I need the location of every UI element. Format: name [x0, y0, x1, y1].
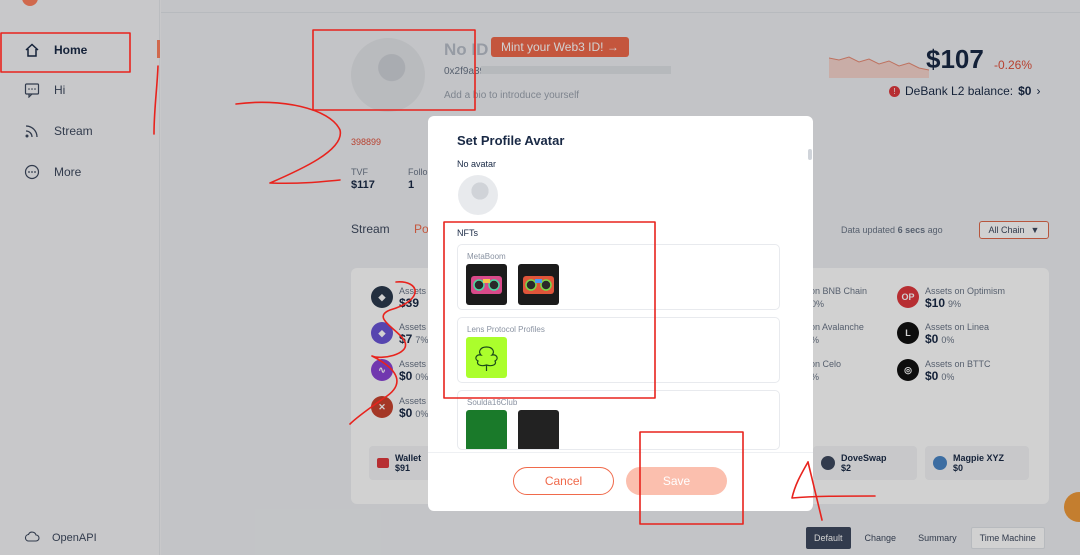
no-avatar-label: No avatar: [457, 159, 497, 169]
nft-soulda-2[interactable]: [518, 410, 559, 449]
collection-name: Soulda16Club: [467, 398, 518, 407]
nft-collection-lens: Lens Protocol Profiles: [457, 317, 780, 383]
nft-metaboom-2[interactable]: [518, 264, 559, 305]
modal-footer-divider: [428, 452, 813, 453]
nft-lens-profile[interactable]: [466, 337, 507, 378]
modal-scrollbar[interactable]: [808, 149, 812, 160]
modal-title: Set Profile Avatar: [457, 133, 565, 148]
nft-soulda-1[interactable]: [466, 410, 507, 449]
nfts-label: NFTs: [457, 228, 478, 238]
set-avatar-modal: Set Profile Avatar No avatar NFTs MetaBo…: [428, 116, 813, 511]
collection-name: Lens Protocol Profiles: [467, 325, 545, 334]
no-avatar-option[interactable]: [458, 175, 498, 215]
nft-collection-soulda16club: Soulda16Club: [457, 390, 780, 450]
nft-metaboom-1[interactable]: [466, 264, 507, 305]
collection-name: MetaBoom: [467, 252, 506, 261]
nft-collection-metaboom: MetaBoom: [457, 244, 780, 310]
cancel-button[interactable]: Cancel: [513, 467, 614, 495]
save-button[interactable]: Save: [626, 467, 727, 495]
